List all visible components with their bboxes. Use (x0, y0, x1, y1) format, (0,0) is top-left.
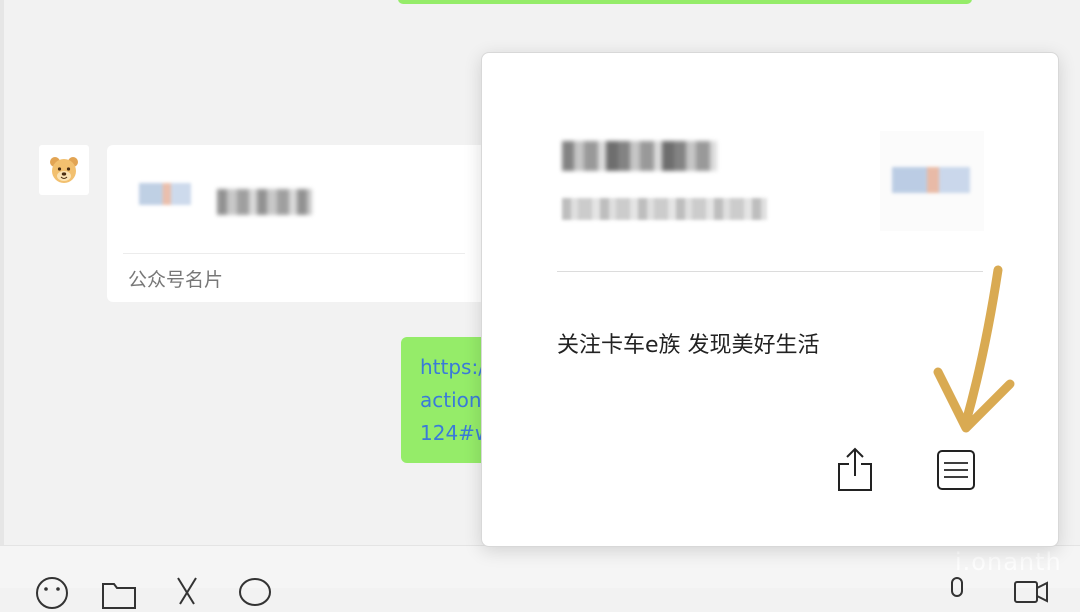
watermark: i.onanth (955, 548, 1062, 576)
link-text-line[interactable]: action (420, 388, 482, 412)
contact-avatar[interactable] (39, 145, 89, 195)
link-text-line[interactable]: https:/ (420, 355, 485, 379)
sidebar-edge (0, 0, 4, 545)
video-icon[interactable] (1012, 574, 1050, 612)
official-account-profile-popup: 关注卡车e族 发现美好生活 (481, 52, 1059, 547)
card-type-label: 公众号名片 (128, 269, 224, 291)
account-avatar[interactable] (880, 131, 984, 231)
redacted-account-avatar (892, 167, 970, 193)
redacted-account-name (562, 141, 717, 171)
folder-icon[interactable] (100, 574, 138, 612)
redacted-card-name (217, 189, 312, 215)
redacted-card-avatar (139, 183, 191, 205)
scissors-icon[interactable] (168, 574, 206, 612)
account-description: 关注卡车e族 发现美好生活 (557, 333, 820, 358)
profile-divider (557, 271, 983, 272)
chat-bubble-icon[interactable] (236, 574, 274, 612)
document-icon[interactable] (935, 448, 977, 492)
microphone-icon[interactable] (938, 574, 976, 612)
bear-avatar-icon (50, 157, 78, 183)
sent-message-bubble[interactable] (398, 0, 972, 4)
emoji-icon[interactable] (33, 574, 71, 612)
redacted-account-id (562, 198, 767, 220)
card-divider (123, 253, 465, 254)
input-toolbar (0, 545, 1080, 609)
share-icon[interactable] (835, 446, 875, 492)
official-account-card-message[interactable]: 公众号名片 (107, 145, 487, 302)
